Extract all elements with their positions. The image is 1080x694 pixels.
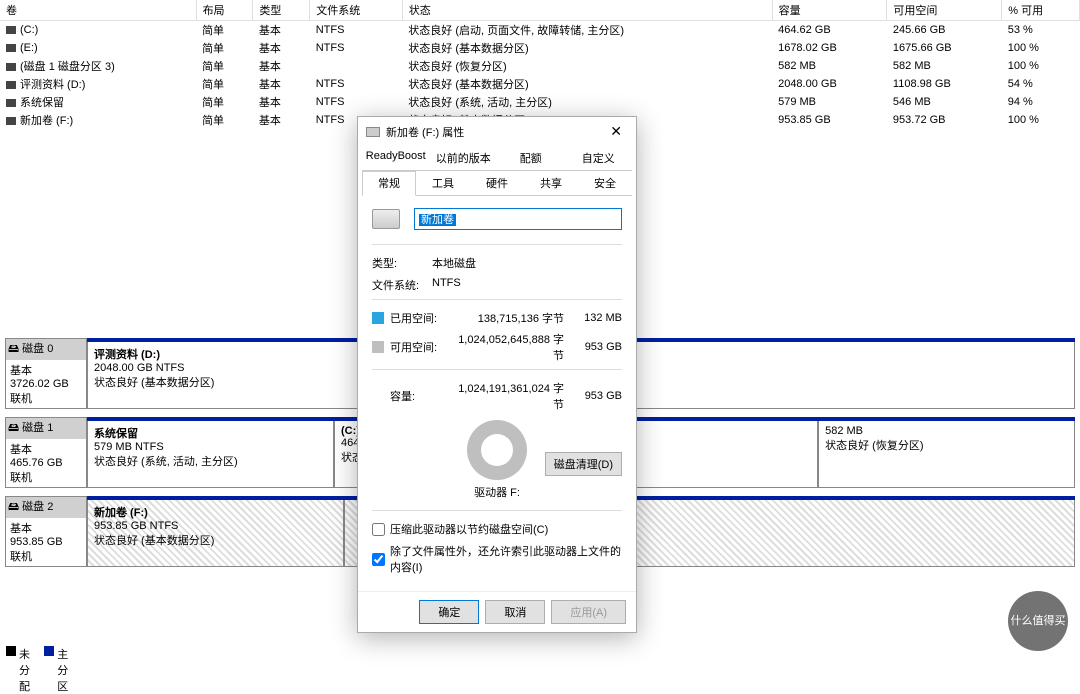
used-label: 已用空间:	[390, 310, 450, 326]
disk-info[interactable]: 🖴 磁盘 0基本3726.02 GB联机	[5, 338, 87, 409]
tab[interactable]: 安全	[578, 171, 632, 195]
drive-icon	[372, 209, 400, 229]
legend: 未分配 主分区	[6, 645, 70, 657]
usage-donut-chart	[467, 420, 527, 480]
column-header[interactable]: 容量	[772, 0, 887, 21]
volume-row[interactable]: 评测资料 (D:)简单基本NTFS状态良好 (基本数据分区)2048.00 GB…	[0, 75, 1080, 93]
volume-name-input[interactable]: 新加卷	[414, 208, 622, 230]
legend-swatch-primary	[44, 646, 54, 656]
capacity-label: 容量:	[390, 388, 450, 404]
column-header[interactable]: 卷	[0, 0, 196, 21]
column-header[interactable]: 可用空间	[887, 0, 1002, 21]
volume-table: 卷布局类型文件系统状态容量可用空间% 可用 (C:)简单基本NTFS状态良好 (…	[0, 0, 1080, 129]
volume-table-header: 卷布局类型文件系统状态容量可用空间% 可用	[0, 0, 1080, 21]
legend-swatch-unallocated	[6, 646, 16, 656]
used-hr: 132 MB	[574, 312, 622, 324]
free-label: 可用空间:	[390, 339, 450, 355]
type-value: 本地磁盘	[432, 255, 476, 271]
free-swatch	[372, 341, 384, 353]
free-bytes: 1,024,052,645,888 字节	[450, 331, 574, 363]
disk-info[interactable]: 🖴 磁盘 2基本953.85 GB联机	[5, 496, 87, 567]
filesystem-value: NTFS	[432, 277, 461, 293]
dialog-titlebar[interactable]: 新加卷 (F:) 属性 ✕	[358, 117, 636, 146]
type-label: 类型:	[372, 255, 432, 271]
tabs-row-1: ReadyBoost以前的版本配额自定义	[362, 146, 632, 171]
tab[interactable]: 共享	[524, 171, 578, 195]
column-header[interactable]: 布局	[196, 0, 253, 21]
filesystem-label: 文件系统:	[372, 277, 432, 293]
tab[interactable]: 配额	[497, 146, 565, 170]
tabs-row-2: 常规工具硬件共享安全	[362, 171, 632, 196]
column-header[interactable]: % 可用	[1002, 0, 1080, 21]
capacity-hr: 953 GB	[574, 390, 622, 402]
watermark: 什么值得买	[1008, 591, 1068, 651]
disk-info[interactable]: 🖴 磁盘 1基本465.76 GB联机	[5, 417, 87, 488]
drive-icon	[366, 127, 380, 137]
partition[interactable]: 582 MB状态良好 (恢复分区)	[818, 421, 1075, 488]
close-button[interactable]: ✕	[604, 123, 628, 140]
tab[interactable]: 以前的版本	[430, 146, 498, 170]
partition[interactable]: 系统保留579 MB NTFS状态良好 (系统, 活动, 主分区)	[87, 421, 334, 488]
partition[interactable]: 新加卷 (F:)953.85 GB NTFS状态良好 (基本数据分区)	[87, 500, 344, 567]
compress-checkbox[interactable]: 压缩此驱动器以节约磁盘空间(C)	[372, 521, 622, 537]
volume-row[interactable]: (磁盘 1 磁盘分区 3)简单基本状态良好 (恢复分区)582 MB582 MB…	[0, 57, 1080, 75]
used-swatch	[372, 312, 384, 324]
ok-button[interactable]: 确定	[419, 600, 479, 624]
tab[interactable]: 常规	[362, 171, 416, 196]
index-checkbox[interactable]: 除了文件属性外，还允许索引此驱动器上文件的内容(I)	[372, 543, 622, 575]
legend-label: 未分配	[19, 646, 29, 656]
tab[interactable]: 工具	[416, 171, 470, 195]
disk-cleanup-button[interactable]: 磁盘清理(D)	[545, 452, 622, 476]
dialog-title-text: 新加卷 (F:) 属性	[386, 124, 464, 140]
properties-dialog: 新加卷 (F:) 属性 ✕ ReadyBoost以前的版本配额自定义 常规工具硬…	[357, 116, 637, 633]
dialog-body: 新加卷 类型:本地磁盘 文件系统:NTFS 已用空间:138,715,136 字…	[358, 196, 636, 591]
free-hr: 953 GB	[574, 341, 622, 353]
drive-letter-label: 驱动器 F:	[372, 484, 622, 500]
column-header[interactable]: 文件系统	[310, 0, 403, 21]
volume-row[interactable]: 系统保留简单基本NTFS状态良好 (系统, 活动, 主分区)579 MB546 …	[0, 93, 1080, 111]
capacity-bytes: 1,024,191,361,024 字节	[450, 380, 574, 412]
cancel-button[interactable]: 取消	[485, 600, 545, 624]
legend-label: 主分区	[57, 646, 67, 656]
column-header[interactable]: 类型	[253, 0, 310, 21]
tab[interactable]: 自定义	[565, 146, 633, 170]
tab[interactable]: 硬件	[470, 171, 524, 195]
column-header[interactable]: 状态	[402, 0, 772, 21]
volume-row[interactable]: (C:)简单基本NTFS状态良好 (启动, 页面文件, 故障转储, 主分区)46…	[0, 21, 1080, 40]
apply-button[interactable]: 应用(A)	[551, 600, 626, 624]
volume-row[interactable]: (E:)简单基本NTFS状态良好 (基本数据分区)1678.02 GB1675.…	[0, 39, 1080, 57]
used-bytes: 138,715,136 字节	[450, 310, 574, 326]
tab[interactable]: ReadyBoost	[362, 146, 430, 170]
